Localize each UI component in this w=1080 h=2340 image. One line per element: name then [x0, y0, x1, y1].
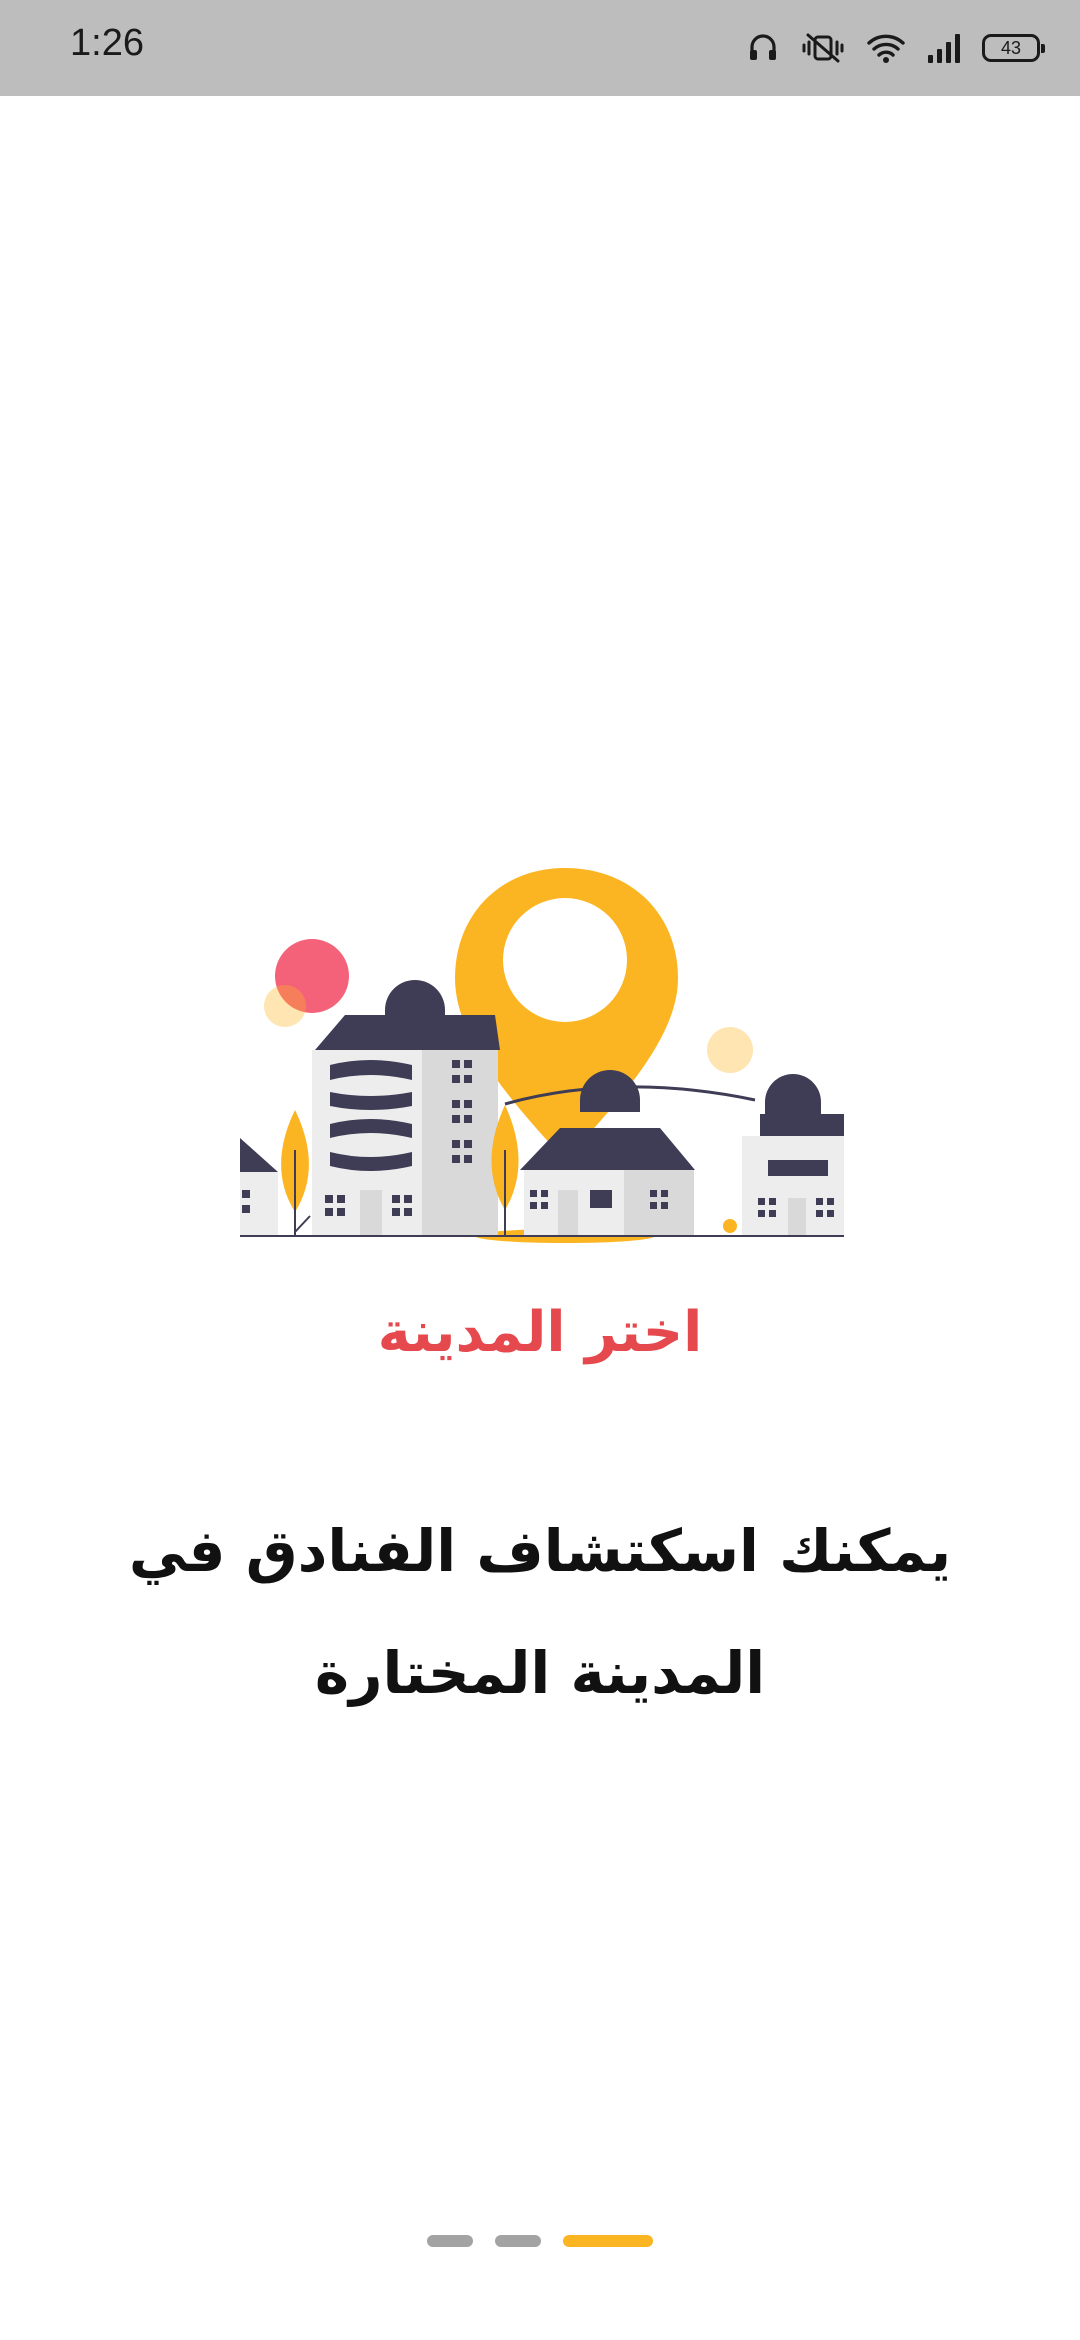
right-building — [742, 1074, 844, 1236]
tall-building — [312, 980, 500, 1236]
status-icons: 43 — [746, 24, 1045, 72]
battery-icon: 43 — [982, 34, 1045, 62]
signal-icon — [926, 31, 962, 65]
city-location-pin-illustration — [240, 860, 844, 1250]
page-indicator-dot-1[interactable] — [427, 2235, 473, 2247]
onboarding-title: اختر المدينة — [377, 1300, 703, 1365]
light-yellow-circle — [264, 985, 306, 1027]
status-bar: 1:26 43 — [0, 0, 1080, 96]
battery-level: 43 — [1000, 38, 1022, 58]
status-time: 1:26 — [70, 22, 144, 64]
page-indicator — [0, 2235, 1080, 2249]
left-building — [240, 1138, 278, 1236]
tree — [281, 1110, 311, 1236]
wifi-icon — [866, 31, 906, 65]
headset-icon — [746, 31, 780, 65]
page-indicator-dot-2[interactable] — [495, 2235, 541, 2247]
vibrate-mute-icon — [800, 31, 846, 65]
light-yellow-circle — [707, 1027, 753, 1073]
page-indicator-dot-3-active[interactable] — [563, 2235, 653, 2247]
onboarding-description: يمكنك اسكتشاف الفنادق في المدينة المختار… — [128, 1517, 952, 1707]
